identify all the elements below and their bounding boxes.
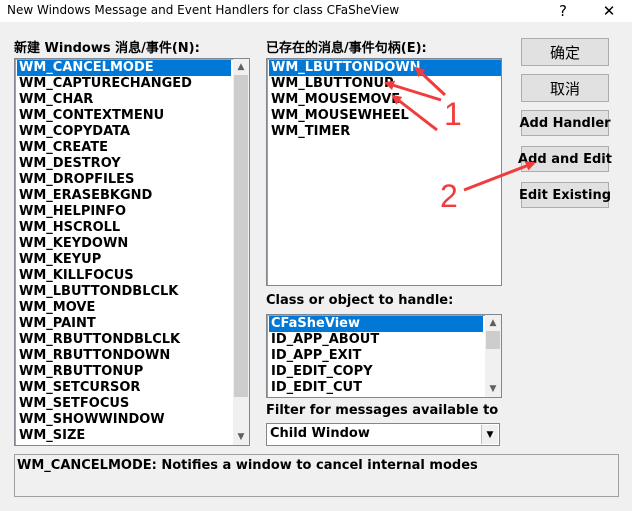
- new-messages-label: 新建 Windows 消息/事件(N):: [14, 41, 200, 56]
- list-item[interactable]: ID_EDIT_COPY: [269, 364, 483, 380]
- message-description-box: WM_CANCELMODE: Notifies a window to canc…: [14, 454, 619, 497]
- list-item[interactable]: WM_CAPTURECHANGED: [17, 76, 231, 92]
- list-item[interactable]: WM_SIZE: [17, 428, 231, 444]
- filter-value: Child Window: [270, 426, 370, 441]
- existing-handlers-label: 已存在的消息/事件句柄(E):: [266, 41, 427, 56]
- title-bar: New Windows Message and Event Handlers f…: [0, 0, 632, 22]
- new-messages-list[interactable]: WM_CANCELMODE WM_CAPTURECHANGED WM_CHAR WM_…: [14, 58, 250, 446]
- message-description: WM_CANCELMODE: Notifies a window to canc…: [17, 458, 478, 473]
- class-object-items: CFaSheView ID_APP_ABOUT ID_APP_EXIT ID_EDIT…: [269, 316, 483, 396]
- list-item[interactable]: WM_CHAR: [17, 92, 231, 108]
- list-item[interactable]: WM_KEYUP: [17, 252, 231, 268]
- list-item[interactable]: WM_MOUSEMOVE: [269, 92, 501, 108]
- dialog-client: 新建 Windows 消息/事件(N): WM_CANCELMODE WM_CAP…: [0, 22, 632, 511]
- class-object-list[interactable]: CFaSheView ID_APP_ABOUT ID_APP_EXIT ID_EDIT…: [266, 314, 502, 398]
- list-item[interactable]: WM_TIMER: [269, 124, 501, 140]
- list-item[interactable]: ID_APP_EXIT: [269, 348, 483, 364]
- list-item[interactable]: WM_SETFOCUS: [17, 396, 231, 412]
- add-handler-button[interactable]: Add Handler: [519, 110, 611, 136]
- scroll-down-icon[interactable]: ▼: [233, 429, 249, 445]
- list-item[interactable]: CFaSheView: [269, 316, 483, 332]
- list-item[interactable]: WM_DESTROY: [17, 156, 231, 172]
- list-item[interactable]: WM_RBUTTONUP: [17, 364, 231, 380]
- scroll-down-icon[interactable]: ▼: [485, 381, 501, 397]
- list-item[interactable]: WM_KILLFOCUS: [17, 268, 231, 284]
- list-item[interactable]: WM_SHOWWINDOW: [17, 412, 231, 428]
- existing-handlers-items: WM_LBUTTONDOWN WM_LBUTTONUP WM_MOUSEMOVE WM…: [269, 60, 501, 140]
- filter-combobox[interactable]: Child Window ▼: [266, 423, 500, 446]
- scroll-up-icon[interactable]: ▲: [485, 315, 501, 331]
- list-item[interactable]: WM_CANCELMODE: [17, 60, 231, 76]
- list-item[interactable]: WM_LBUTTONDOWN: [269, 60, 501, 76]
- existing-handlers-list[interactable]: WM_LBUTTONDOWN WM_LBUTTONUP WM_MOUSEMOVE WM…: [266, 58, 502, 286]
- scroll-up-icon[interactable]: ▲: [233, 59, 249, 75]
- scroll-thumb[interactable]: [234, 75, 248, 397]
- close-icon: ✕: [602, 2, 616, 20]
- new-messages-scrollbar[interactable]: ▲ ▼: [233, 59, 249, 445]
- annotation-label-2: 2: [440, 178, 458, 214]
- help-button[interactable]: ?: [540, 0, 586, 22]
- list-item[interactable]: ID_APP_ABOUT: [269, 332, 483, 348]
- annotation-label-1: 1: [444, 96, 462, 132]
- cancel-button[interactable]: 取消: [521, 74, 609, 102]
- help-icon: ?: [559, 2, 567, 20]
- list-item[interactable]: ID_EDIT_CUT: [269, 380, 483, 396]
- new-messages-items: WM_CANCELMODE WM_CAPTURECHANGED WM_CHAR WM_…: [17, 60, 231, 444]
- add-and-edit-button[interactable]: Add and Edit: [518, 146, 612, 172]
- ok-button[interactable]: 确定: [521, 38, 609, 66]
- list-item[interactable]: WM_RBUTTONDOWN: [17, 348, 231, 364]
- edit-existing-button[interactable]: Edit Existing: [519, 182, 611, 208]
- class-object-label: Class or object to handle:: [266, 293, 454, 308]
- list-item[interactable]: WM_PAINT: [17, 316, 231, 332]
- list-item[interactable]: WM_HSCROLL: [17, 220, 231, 236]
- close-button[interactable]: ✕: [586, 0, 632, 22]
- list-item[interactable]: WM_KEYDOWN: [17, 236, 231, 252]
- list-item[interactable]: WM_SETCURSOR: [17, 380, 231, 396]
- list-item[interactable]: WM_CREATE: [17, 140, 231, 156]
- class-object-scrollbar[interactable]: ▲ ▼: [485, 315, 501, 397]
- list-item[interactable]: WM_COPYDATA: [17, 124, 231, 140]
- list-item[interactable]: WM_MOVE: [17, 300, 231, 316]
- chevron-down-icon[interactable]: ▼: [481, 425, 498, 444]
- list-item[interactable]: WM_ERASEBKGND: [17, 188, 231, 204]
- list-item[interactable]: WM_CONTEXTMENU: [17, 108, 231, 124]
- list-item[interactable]: WM_HELPINFO: [17, 204, 231, 220]
- filter-label: Filter for messages available to: [266, 403, 499, 418]
- list-item[interactable]: WM_RBUTTONDBLCLK: [17, 332, 231, 348]
- list-item[interactable]: WM_MOUSEWHEEL: [269, 108, 501, 124]
- list-item[interactable]: WM_DROPFILES: [17, 172, 231, 188]
- window-title: New Windows Message and Event Handlers f…: [7, 3, 400, 17]
- list-item[interactable]: WM_LBUTTONDBLCLK: [17, 284, 231, 300]
- scroll-thumb[interactable]: [486, 331, 500, 349]
- list-item[interactable]: WM_LBUTTONUP: [269, 76, 501, 92]
